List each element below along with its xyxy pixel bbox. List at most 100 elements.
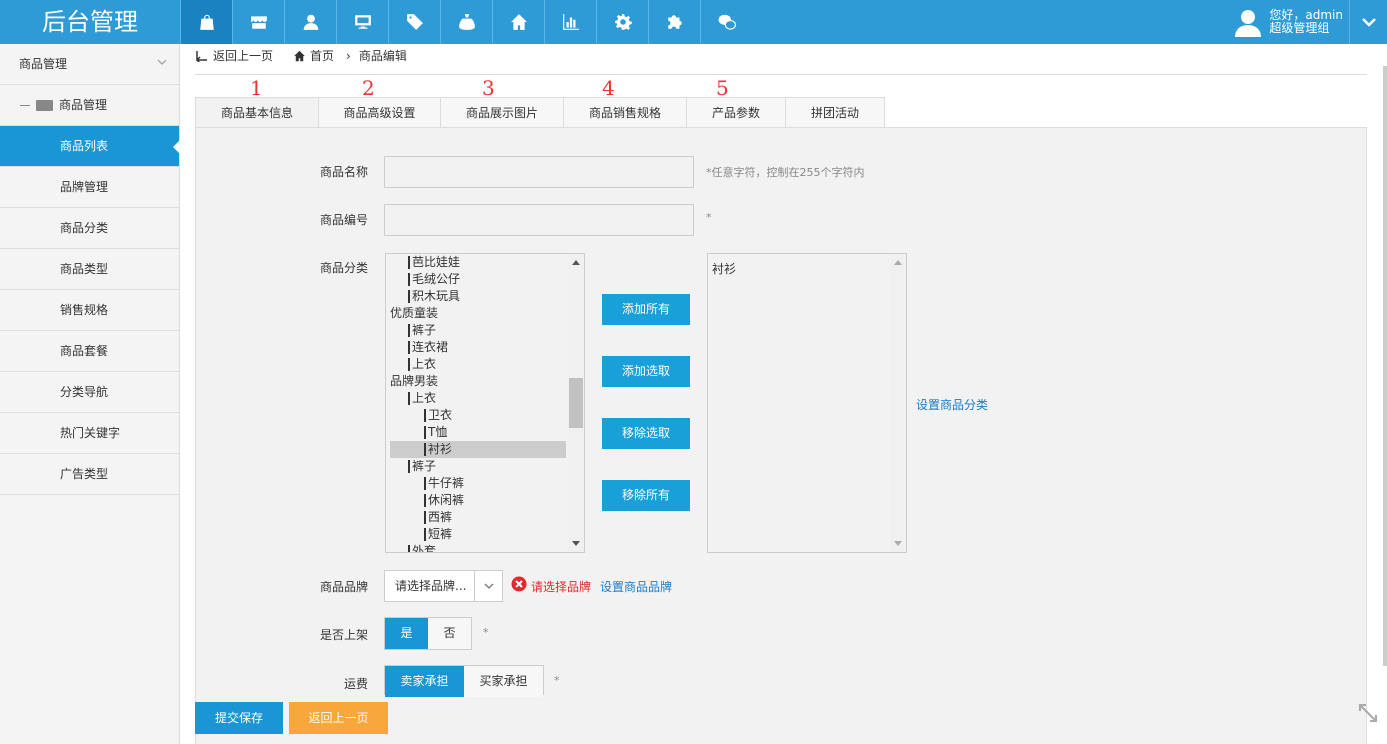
category-tree-item[interactable]: 上衣 <box>390 390 566 407</box>
tree-branch-line <box>424 494 426 507</box>
tab-advanced[interactable]: 商品高级设置 <box>319 97 441 128</box>
add-all-button[interactable]: 添加所有 <box>602 294 690 325</box>
category-tree-item[interactable]: 短裤 <box>390 526 566 543</box>
shopping-bag-icon <box>199 14 214 30</box>
sidebar-item-keywords[interactable]: 热门关键字 <box>0 413 179 454</box>
category-tree-item[interactable]: 外套 <box>390 543 566 552</box>
sidebar-item-category[interactable]: 商品分类 <box>0 208 179 249</box>
category-tree-item[interactable]: 优质童装 <box>390 305 566 322</box>
nav-plugins[interactable] <box>648 0 700 44</box>
category-tree-item-label: 裤子 <box>412 323 437 337</box>
category-tree-item[interactable]: 休闲裤 <box>390 492 566 509</box>
set-brand-link[interactable]: 设置商品品牌 <box>600 578 672 595</box>
sidebar-header[interactable]: 商品管理 <box>0 44 179 85</box>
category-tree-item-label: 芭比娃娃 <box>412 255 461 269</box>
category-tree-item[interactable]: 毛绒公仔 <box>390 271 566 288</box>
tab-basic-info[interactable]: 商品基本信息 <box>195 97 319 128</box>
tree-branch-line <box>408 460 410 473</box>
breadcrumb-separator: › <box>346 49 351 63</box>
shipping-buyer-button[interactable]: 买家承担 <box>464 666 543 697</box>
category-tree-item[interactable]: 积木玩具 <box>390 288 566 305</box>
nav-monitor[interactable] <box>336 0 388 44</box>
scroll-up-icon[interactable] <box>894 260 902 265</box>
user-dropdown-button[interactable] <box>1349 0 1387 44</box>
nav-home[interactable] <box>492 0 544 44</box>
resize-icon[interactable] <box>1357 702 1379 724</box>
scrollbar[interactable] <box>568 254 584 552</box>
category-tree-item[interactable]: 衬衫 <box>390 441 566 458</box>
selected-category-list[interactable]: 衬衫 <box>707 253 907 553</box>
category-tree-item[interactable]: 裤子 <box>390 322 566 339</box>
scroll-up-icon[interactable] <box>572 260 580 265</box>
tab-sales-spec[interactable]: 商品销售规格 <box>564 97 687 128</box>
tab-group-buy[interactable]: 拼团活动 <box>786 97 885 128</box>
category-tree-item[interactable]: T恤 <box>390 424 566 441</box>
sidebar-item-ad-type[interactable]: 广告类型 <box>0 454 179 495</box>
scroll-down-icon[interactable] <box>894 541 902 546</box>
back-arrow-icon <box>196 51 207 62</box>
sidebar-item-type[interactable]: 商品类型 <box>0 249 179 290</box>
brand-select[interactable]: 请选择品牌... <box>384 570 503 602</box>
nav-store[interactable] <box>232 0 284 44</box>
shipping-hint: * <box>554 674 560 687</box>
onsale-no-button[interactable]: 否 <box>428 618 471 649</box>
scroll-thumb[interactable] <box>569 378 583 428</box>
tree-branch-line <box>424 528 426 541</box>
category-tree-item-label: T恤 <box>428 425 448 439</box>
scroll-down-icon[interactable] <box>572 541 580 546</box>
product-code-input[interactable] <box>384 204 694 236</box>
top-nav <box>180 0 752 44</box>
user-info[interactable]: 您好，admin 超级管理组 <box>1233 0 1343 44</box>
product-name-input[interactable] <box>384 156 694 188</box>
remove-all-button[interactable]: 移除所有 <box>602 480 690 511</box>
tree-branch-line <box>424 409 426 422</box>
add-selected-button[interactable]: 添加选取 <box>602 356 690 387</box>
category-tree-item-label: 上衣 <box>412 357 437 371</box>
avatar-icon <box>1235 10 1262 37</box>
category-tree-list[interactable]: 芭比娃娃 毛绒公仔 积木玩具 优质童装 裤子 连衣裙 上衣 品牌男装 上衣 卫衣 T恤 衬衫 裤子 牛仔裤… <box>385 253 585 553</box>
breadcrumb-home-link[interactable]: 首页 <box>310 44 334 68</box>
category-tree-item[interactable]: 芭比娃娃 <box>390 254 566 271</box>
sidebar-item-package[interactable]: 商品套餐 <box>0 331 179 372</box>
nav-shopping-bag[interactable] <box>180 0 232 44</box>
sidebar-group[interactable]: 商品管理 <box>0 85 179 126</box>
page-scrollbar[interactable] <box>1383 66 1387 666</box>
sidebar-item-spec[interactable]: 销售规格 <box>0 290 179 331</box>
set-category-link[interactable]: 设置商品分类 <box>916 396 988 413</box>
selected-category-item[interactable]: 衬衫 <box>708 254 906 283</box>
category-tree-item[interactable]: 连衣裙 <box>390 339 566 356</box>
sidebar-item-brand[interactable]: 品牌管理 <box>0 167 179 208</box>
nav-money[interactable] <box>440 0 492 44</box>
category-tree-item[interactable]: 牛仔裤 <box>390 475 566 492</box>
category-tree-item[interactable]: 上衣 <box>390 356 566 373</box>
nav-user[interactable] <box>284 0 336 44</box>
brand-select-value: 请选择品牌... <box>395 579 467 593</box>
product-code-hint: * <box>706 211 712 224</box>
onsale-yes-button[interactable]: 是 <box>385 618 428 649</box>
tab-images[interactable]: 商品展示图片 <box>441 97 564 128</box>
nav-wechat[interactable] <box>700 0 752 44</box>
sidebar-item-nav[interactable]: 分类导航 <box>0 372 179 413</box>
category-tree-item[interactable]: 卫衣 <box>390 407 566 424</box>
error-icon <box>511 576 527 592</box>
tab-params[interactable]: 产品参数 <box>687 97 786 128</box>
money-bag-icon <box>458 14 475 30</box>
sidebar-item-product-list[interactable]: 商品列表 <box>0 126 180 167</box>
category-tree-item[interactable]: 西裤 <box>390 509 566 526</box>
category-tree-item-label: 毛绒公仔 <box>412 272 461 286</box>
category-tree-item-label: 连衣裙 <box>412 340 449 354</box>
brand-label: 商品品牌 <box>320 580 369 594</box>
scrollbar[interactable] <box>890 254 906 552</box>
nav-settings[interactable] <box>596 0 648 44</box>
remove-selected-button[interactable]: 移除选取 <box>602 418 690 449</box>
breadcrumb-back-link[interactable]: 返回上一页 <box>213 44 273 68</box>
category-tree-item[interactable]: 裤子 <box>390 458 566 475</box>
back-button[interactable]: 返回上一页 <box>289 702 388 734</box>
shipping-seller-button[interactable]: 卖家承担 <box>385 666 464 697</box>
submit-button[interactable]: 提交保存 <box>195 702 283 734</box>
category-tree-item[interactable]: 品牌男装 <box>390 373 566 390</box>
nav-tag[interactable] <box>388 0 440 44</box>
nav-chart[interactable] <box>544 0 596 44</box>
category-tree-item-label: 西裤 <box>428 510 453 524</box>
category-tree-item-label: 牛仔裤 <box>428 476 465 490</box>
